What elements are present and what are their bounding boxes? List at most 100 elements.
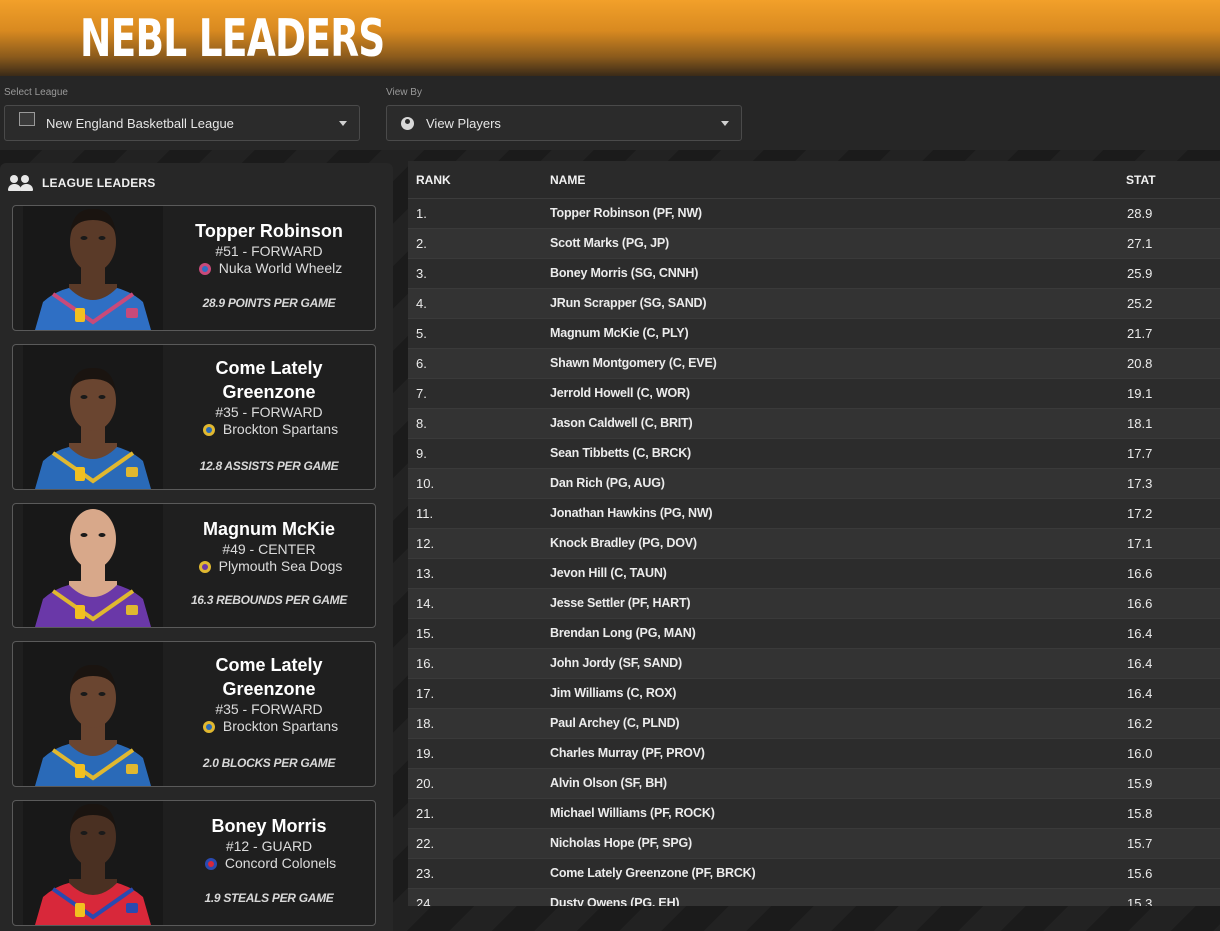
player-name[interactable]: Come Lately Greenzone bbox=[163, 653, 375, 701]
table-row[interactable]: 11. Jonathan Hawkins (PG, NW) 17.2 bbox=[408, 499, 1220, 529]
rank-cell: 12. bbox=[416, 536, 435, 551]
player-name-cell[interactable]: Brendan Long (PG, MAN) bbox=[550, 626, 696, 640]
player-name-cell[interactable]: Sean Tibbetts (C, BRCK) bbox=[550, 446, 691, 460]
player-name-cell[interactable]: Jevon Hill (C, TAUN) bbox=[550, 566, 667, 580]
table-row[interactable]: 16. John Jordy (SF, SAND) 16.4 bbox=[408, 649, 1220, 679]
table-row[interactable]: 8. Jason Caldwell (C, BRIT) 18.1 bbox=[408, 409, 1220, 439]
table-row[interactable]: 7. Jerrold Howell (C, WOR) 19.1 bbox=[408, 379, 1220, 409]
table-row[interactable]: 18. Paul Archey (C, PLND) 16.2 bbox=[408, 709, 1220, 739]
leader-card[interactable]: Come Lately Greenzone #35 - FORWARD Broc… bbox=[12, 641, 376, 787]
team-logo-icon bbox=[200, 423, 218, 437]
table-row[interactable]: 4. JRun Scrapper (SG, SAND) 25.2 bbox=[408, 289, 1220, 319]
player-name[interactable]: Boney Morris bbox=[163, 814, 375, 838]
player-name-cell[interactable]: JRun Scrapper (SG, SAND) bbox=[550, 296, 707, 310]
table-row[interactable]: 19. Charles Murray (PF, PROV) 16.0 bbox=[408, 739, 1220, 769]
player-position: #51 - FORWARD bbox=[215, 243, 323, 259]
table-row[interactable]: 3. Boney Morris (SG, CNNH) 25.9 bbox=[408, 259, 1220, 289]
player-name-cell[interactable]: Scott Marks (PG, JP) bbox=[550, 236, 669, 250]
table-row[interactable]: 10. Dan Rich (PG, AUG) 17.3 bbox=[408, 469, 1220, 499]
leader-card[interactable]: Come Lately Greenzone #35 - FORWARD Broc… bbox=[12, 344, 376, 490]
table-row[interactable]: 6. Shawn Montgomery (C, EVE) 20.8 bbox=[408, 349, 1220, 379]
league-select[interactable]: New England Basketball League bbox=[4, 105, 360, 141]
player-name-cell[interactable]: Jason Caldwell (C, BRIT) bbox=[550, 416, 693, 430]
player-team[interactable]: Plymouth Sea Dogs bbox=[219, 558, 343, 575]
table-row[interactable]: 14. Jesse Settler (PF, HART) 16.6 bbox=[408, 589, 1220, 619]
table-row[interactable]: 22. Nicholas Hope (PF, SPG) 15.7 bbox=[408, 829, 1220, 859]
rank-cell: 3. bbox=[416, 266, 427, 281]
table-row[interactable]: 24. Dusty Owens (PG, EH) 15.3 bbox=[408, 889, 1220, 906]
view-select-value: View Players bbox=[426, 115, 501, 131]
rank-cell: 9. bbox=[416, 446, 427, 461]
stat-cell: 27.1 bbox=[1127, 236, 1153, 251]
stat-cell: 16.2 bbox=[1127, 716, 1153, 731]
stat-cell: 19.1 bbox=[1127, 386, 1153, 401]
player-portrait bbox=[23, 504, 163, 627]
column-header-stat[interactable]: STAT bbox=[1126, 173, 1156, 187]
stat-cell: 16.4 bbox=[1127, 686, 1153, 701]
table-row[interactable]: 12. Knock Bradley (PG, DOV) 17.1 bbox=[408, 529, 1220, 559]
table-row[interactable]: 17. Jim Williams (C, ROX) 16.4 bbox=[408, 679, 1220, 709]
stat-cell: 25.9 bbox=[1127, 266, 1153, 281]
league-leaders-header: LEAGUE LEADERS bbox=[8, 173, 155, 193]
player-portrait bbox=[23, 345, 163, 489]
player-name[interactable]: Come Lately Greenzone bbox=[163, 356, 375, 404]
stat-cell: 15.7 bbox=[1127, 836, 1153, 851]
rank-cell: 2. bbox=[416, 236, 427, 251]
player-name-cell[interactable]: Dusty Owens (PG, EH) bbox=[550, 896, 680, 906]
table-row[interactable]: 5. Magnum McKie (C, PLY) 21.7 bbox=[408, 319, 1220, 349]
player-team[interactable]: Concord Colonels bbox=[225, 855, 336, 872]
column-header-rank[interactable]: RANK bbox=[416, 173, 451, 187]
player-name-cell[interactable]: Jim Williams (C, ROX) bbox=[550, 686, 676, 700]
stat-cell: 16.6 bbox=[1127, 596, 1153, 611]
player-name-cell[interactable]: Michael Williams (PF, ROCK) bbox=[550, 806, 715, 820]
table-row[interactable]: 13. Jevon Hill (C, TAUN) 16.6 bbox=[408, 559, 1220, 589]
leader-card[interactable]: Topper Robinson #51 - FORWARD Nuka World… bbox=[12, 205, 376, 331]
player-name-cell[interactable]: Boney Morris (SG, CNNH) bbox=[550, 266, 698, 280]
player-team[interactable]: Nuka World Wheelz bbox=[219, 260, 342, 277]
player-name-cell[interactable]: Knock Bradley (PG, DOV) bbox=[550, 536, 697, 550]
player-name-cell[interactable]: Shawn Montgomery (C, EVE) bbox=[550, 356, 717, 370]
rank-cell: 22. bbox=[416, 836, 435, 851]
table-row[interactable]: 1. Topper Robinson (PF, NW) 28.9 bbox=[408, 199, 1220, 229]
player-name[interactable]: Magnum McKie bbox=[163, 517, 375, 541]
leaders-table: RANK NAME STAT 1. Topper Robinson (PF, N… bbox=[408, 161, 1220, 906]
player-name[interactable]: Topper Robinson bbox=[163, 219, 375, 243]
player-name-cell[interactable]: Topper Robinson (PF, NW) bbox=[550, 206, 702, 220]
player-name-cell[interactable]: Jerrold Howell (C, WOR) bbox=[550, 386, 690, 400]
player-name-cell[interactable]: Jonathan Hawkins (PG, NW) bbox=[550, 506, 713, 520]
rank-cell: 24. bbox=[416, 896, 435, 906]
stat-cell: 17.1 bbox=[1127, 536, 1153, 551]
player-name-cell[interactable]: Jesse Settler (PF, HART) bbox=[550, 596, 691, 610]
view-by-select[interactable]: View Players bbox=[386, 105, 742, 141]
player-name-cell[interactable]: Alvin Olson (SF, BH) bbox=[550, 776, 667, 790]
player-name-cell[interactable]: Charles Murray (PF, PROV) bbox=[550, 746, 705, 760]
rank-cell: 5. bbox=[416, 326, 427, 341]
table-row[interactable]: 9. Sean Tibbetts (C, BRCK) 17.7 bbox=[408, 439, 1220, 469]
column-header-name[interactable]: NAME bbox=[550, 173, 585, 187]
player-stat: 16.3 REBOUNDS PER GAME bbox=[190, 593, 348, 607]
rank-cell: 17. bbox=[416, 686, 435, 701]
player-team[interactable]: Brockton Spartans bbox=[223, 718, 338, 735]
player-team[interactable]: Brockton Spartans bbox=[223, 421, 338, 438]
player-name-cell[interactable]: Paul Archey (C, PLND) bbox=[550, 716, 680, 730]
player-stat: 2.0 BLOCKS PER GAME bbox=[202, 756, 336, 770]
table-body: 1. Topper Robinson (PF, NW) 28.9 2. Scot… bbox=[408, 199, 1220, 906]
player-name-cell[interactable]: Come Lately Greenzone (PF, BRCK) bbox=[550, 866, 756, 880]
table-row[interactable]: 23. Come Lately Greenzone (PF, BRCK) 15.… bbox=[408, 859, 1220, 889]
table-row[interactable]: 2. Scott Marks (PG, JP) 27.1 bbox=[408, 229, 1220, 259]
player-name-cell[interactable]: John Jordy (SF, SAND) bbox=[550, 656, 682, 670]
rank-cell: 18. bbox=[416, 716, 435, 731]
rank-cell: 7. bbox=[416, 386, 427, 401]
stat-cell: 16.4 bbox=[1127, 656, 1153, 671]
league-select-label: Select League bbox=[4, 87, 68, 98]
table-row[interactable]: 15. Brendan Long (PG, MAN) 16.4 bbox=[408, 619, 1220, 649]
player-name-cell[interactable]: Magnum McKie (C, PLY) bbox=[550, 326, 689, 340]
player-name-cell[interactable]: Nicholas Hope (PF, SPG) bbox=[550, 836, 692, 850]
player-name-cell[interactable]: Dan Rich (PG, AUG) bbox=[550, 476, 665, 490]
leader-card[interactable]: Boney Morris #12 - GUARD Concord Colonel… bbox=[12, 800, 376, 926]
table-row[interactable]: 21. Michael Williams (PF, ROCK) 15.8 bbox=[408, 799, 1220, 829]
leader-card[interactable]: Magnum McKie #49 - CENTER Plymouth Sea D… bbox=[12, 503, 376, 628]
page-header: NEBL LEADERS bbox=[0, 0, 1220, 76]
chevron-down-icon bbox=[339, 121, 347, 126]
table-row[interactable]: 20. Alvin Olson (SF, BH) 15.9 bbox=[408, 769, 1220, 799]
